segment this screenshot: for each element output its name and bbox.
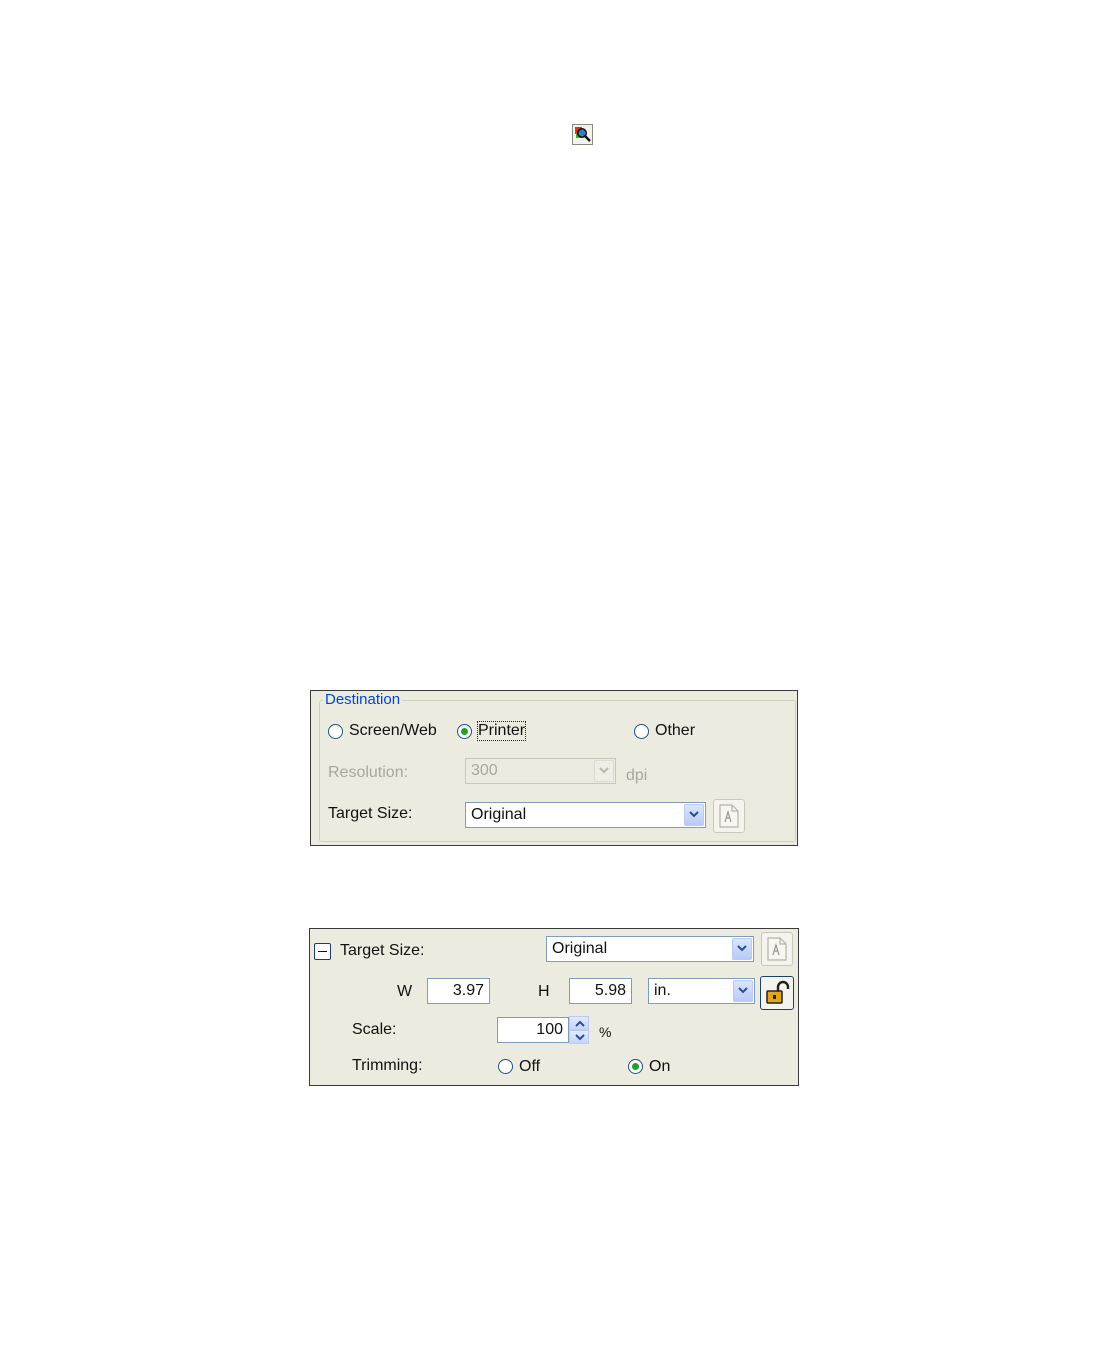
zoom-preview-icon[interactable]	[572, 124, 593, 145]
resolution-select: 300	[465, 758, 616, 784]
resolution-dropdown-arrow	[594, 760, 614, 782]
other-label[interactable]: Other	[655, 722, 695, 740]
scale-down-icon[interactable]	[569, 1030, 589, 1044]
trimming-off-radio[interactable]	[498, 1059, 513, 1074]
width-field[interactable]: 3.97	[427, 978, 490, 1004]
page: Destination Screen/Web Printer Other Res…	[0, 0, 1115, 1372]
target-size-label: Target Size:	[328, 805, 413, 822]
height-label: H	[538, 983, 550, 1000]
target-size-dropdown-arrow-2[interactable]	[732, 938, 752, 960]
target-size-label-2: Target Size:	[340, 942, 425, 959]
document-icon-2	[767, 937, 787, 961]
trimming-on-label[interactable]: On	[649, 1058, 670, 1076]
width-label: W	[397, 983, 413, 1000]
trimming-off-label[interactable]: Off	[519, 1058, 540, 1076]
target-size-panel: Target Size: Original W 3.97 H 5.98 in.	[309, 928, 799, 1086]
trimming-label: Trimming:	[352, 1057, 423, 1074]
document-icon	[719, 804, 739, 828]
scale-unit: %	[599, 1024, 612, 1040]
unit-value: in.	[654, 982, 671, 999]
target-size-dropdown-arrow[interactable]	[684, 804, 704, 826]
scale-label: Scale:	[352, 1021, 397, 1038]
screen-web-radio[interactable]	[328, 724, 343, 739]
unit-select[interactable]: in.	[648, 978, 755, 1004]
trimming-on-radio[interactable]	[628, 1059, 643, 1074]
screen-web-label[interactable]: Screen/Web	[349, 722, 437, 740]
destination-group-title: Destination	[323, 691, 403, 708]
resolution-unit: dpi	[626, 767, 648, 784]
document-orientation-button[interactable]	[713, 799, 745, 833]
lock-icon	[766, 980, 790, 1004]
target-size-value-2: Original	[552, 940, 608, 957]
printer-radio[interactable]	[457, 724, 472, 739]
target-size-select[interactable]: Original	[465, 802, 706, 828]
target-size-select-2[interactable]: Original	[546, 936, 754, 962]
document-orientation-button-2[interactable]	[761, 932, 793, 966]
scale-field[interactable]: 100	[497, 1017, 569, 1043]
height-field[interactable]: 5.98	[569, 978, 632, 1004]
scale-spinner[interactable]	[569, 1016, 589, 1044]
unit-dropdown-arrow[interactable]	[733, 980, 753, 1002]
aspect-lock-button[interactable]	[760, 976, 794, 1010]
scale-up-icon[interactable]	[569, 1016, 589, 1030]
other-radio[interactable]	[634, 724, 649, 739]
resolution-value: 300	[471, 762, 498, 779]
destination-panel: Destination Screen/Web Printer Other Res…	[310, 690, 798, 846]
resolution-label: Resolution:	[328, 764, 409, 781]
target-size-value: Original	[471, 806, 527, 823]
printer-label[interactable]: Printer	[476, 721, 527, 741]
collapse-toggle-icon[interactable]	[314, 943, 331, 960]
